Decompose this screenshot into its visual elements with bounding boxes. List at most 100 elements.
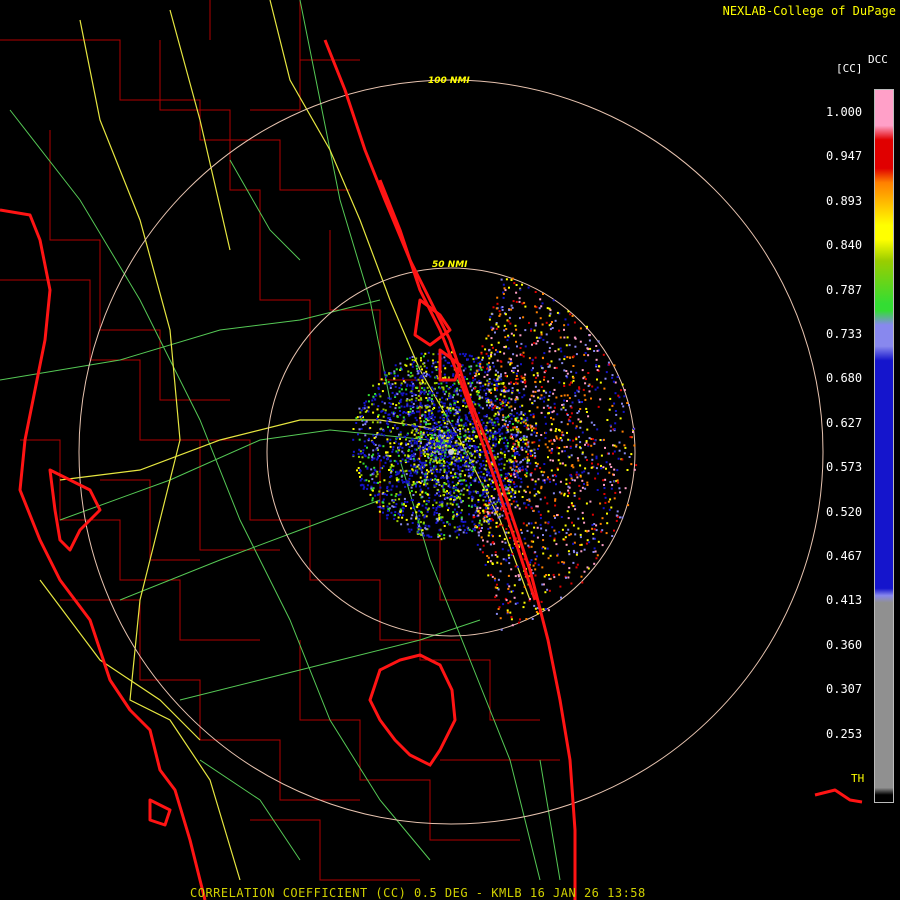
- echo-pixel: [539, 298, 542, 301]
- echo-pixel: [488, 499, 491, 502]
- echo-pixel: [443, 422, 446, 425]
- echo-pixel: [536, 462, 539, 465]
- echo-pixel: [463, 529, 466, 532]
- echo-pixel: [428, 405, 431, 408]
- echo-pixel: [517, 476, 520, 479]
- echo-pixel: [415, 517, 417, 520]
- echo-pixel: [613, 473, 615, 476]
- echo-pixel: [438, 494, 441, 497]
- echo-pixel: [396, 415, 399, 418]
- echo-pixel: [498, 439, 501, 442]
- echo-pixel: [623, 389, 626, 391]
- echo-pixel: [595, 345, 598, 347]
- echo-pixel: [394, 440, 397, 443]
- echo-pixel: [403, 497, 406, 500]
- echo-pixel: [574, 508, 577, 511]
- echo-pixel: [517, 431, 520, 434]
- echo-pixel: [517, 369, 519, 372]
- echo-pixel: [420, 406, 423, 409]
- echo-pixel: [510, 503, 513, 506]
- echo-pixel: [529, 413, 532, 416]
- echo-pixel: [544, 547, 547, 550]
- echo-pixel: [389, 459, 392, 462]
- echo-pixel: [385, 375, 387, 378]
- echo-pixel: [376, 421, 379, 424]
- echo-pixel: [480, 471, 483, 473]
- echo-pixel: [458, 409, 461, 412]
- echo-pixel: [571, 422, 574, 425]
- echo-pixel: [587, 372, 590, 374]
- echo-pixel: [438, 461, 441, 464]
- echo-pixel: [516, 451, 519, 454]
- echo-pixel: [439, 453, 442, 456]
- echo-pixel: [410, 490, 413, 492]
- echo-pixel: [515, 440, 518, 442]
- echo-pixel: [512, 500, 515, 503]
- echo-pixel: [465, 457, 468, 460]
- echo-pixel: [542, 406, 545, 409]
- echo-pixel: [487, 574, 490, 577]
- echo-pixel: [352, 454, 355, 457]
- echo-pixel: [508, 422, 511, 424]
- echo-pixel: [429, 422, 432, 425]
- echo-pixel: [516, 364, 519, 367]
- echo-pixel: [446, 416, 449, 419]
- echo-pixel: [464, 520, 467, 523]
- echo-pixel: [503, 538, 506, 541]
- echo-pixel: [551, 411, 554, 414]
- echo-pixel: [523, 447, 526, 450]
- echo-pixel: [440, 423, 443, 426]
- echo-pixel: [398, 447, 400, 450]
- echo-pixel: [433, 382, 436, 385]
- echo-pixel: [495, 382, 498, 385]
- echo-pixel: [572, 561, 575, 564]
- echo-pixel: [512, 481, 515, 484]
- echo-pixel: [393, 372, 396, 375]
- echo-pixel: [400, 523, 403, 526]
- echo-pixel: [515, 500, 518, 503]
- echo-pixel: [616, 479, 619, 482]
- echo-pixel: [398, 406, 401, 409]
- echo-pixel: [507, 347, 510, 350]
- echo-pixel: [452, 407, 455, 410]
- echo-pixel: [621, 516, 624, 519]
- echo-pixel: [433, 460, 435, 463]
- echo-pixel: [478, 527, 481, 530]
- echo-pixel: [443, 469, 446, 472]
- echo-pixel: [453, 428, 455, 431]
- echo-pixel: [503, 425, 506, 428]
- echo-pixel: [532, 416, 535, 419]
- echo-pixel: [390, 511, 393, 514]
- echo-pixel: [484, 515, 487, 517]
- echo-pixel: [450, 475, 453, 477]
- echo-pixel: [591, 385, 594, 388]
- echo-pixel: [561, 450, 564, 453]
- echo-pixel: [470, 466, 473, 469]
- echo-pixel: [452, 437, 455, 440]
- echo-pixel: [458, 417, 460, 420]
- echo-pixel: [537, 396, 540, 399]
- echo-pixel: [362, 462, 365, 465]
- echo-pixel: [577, 390, 580, 393]
- echo-pixel: [547, 412, 550, 415]
- echo-pixel: [431, 427, 434, 430]
- echo-pixel: [457, 464, 460, 467]
- echo-pixel: [386, 438, 389, 441]
- echo-pixel: [486, 555, 489, 557]
- echo-pixel: [579, 408, 582, 410]
- echo-pixel: [633, 444, 636, 447]
- echo-pixel: [422, 362, 425, 365]
- echo-pixel: [427, 534, 430, 537]
- echo-pixel: [524, 442, 527, 445]
- echo-pixel: [481, 345, 484, 348]
- echo-pixel: [533, 487, 536, 490]
- echo-pixel: [411, 388, 414, 391]
- echo-pixel: [479, 494, 482, 497]
- echo-pixel: [479, 463, 482, 466]
- echo-pixel: [400, 384, 402, 387]
- echo-pixel: [621, 383, 624, 386]
- echo-pixel: [585, 502, 588, 505]
- legend-tick-label: 1.000: [826, 105, 863, 119]
- echo-pixel: [503, 395, 506, 398]
- echo-pixel: [509, 363, 512, 366]
